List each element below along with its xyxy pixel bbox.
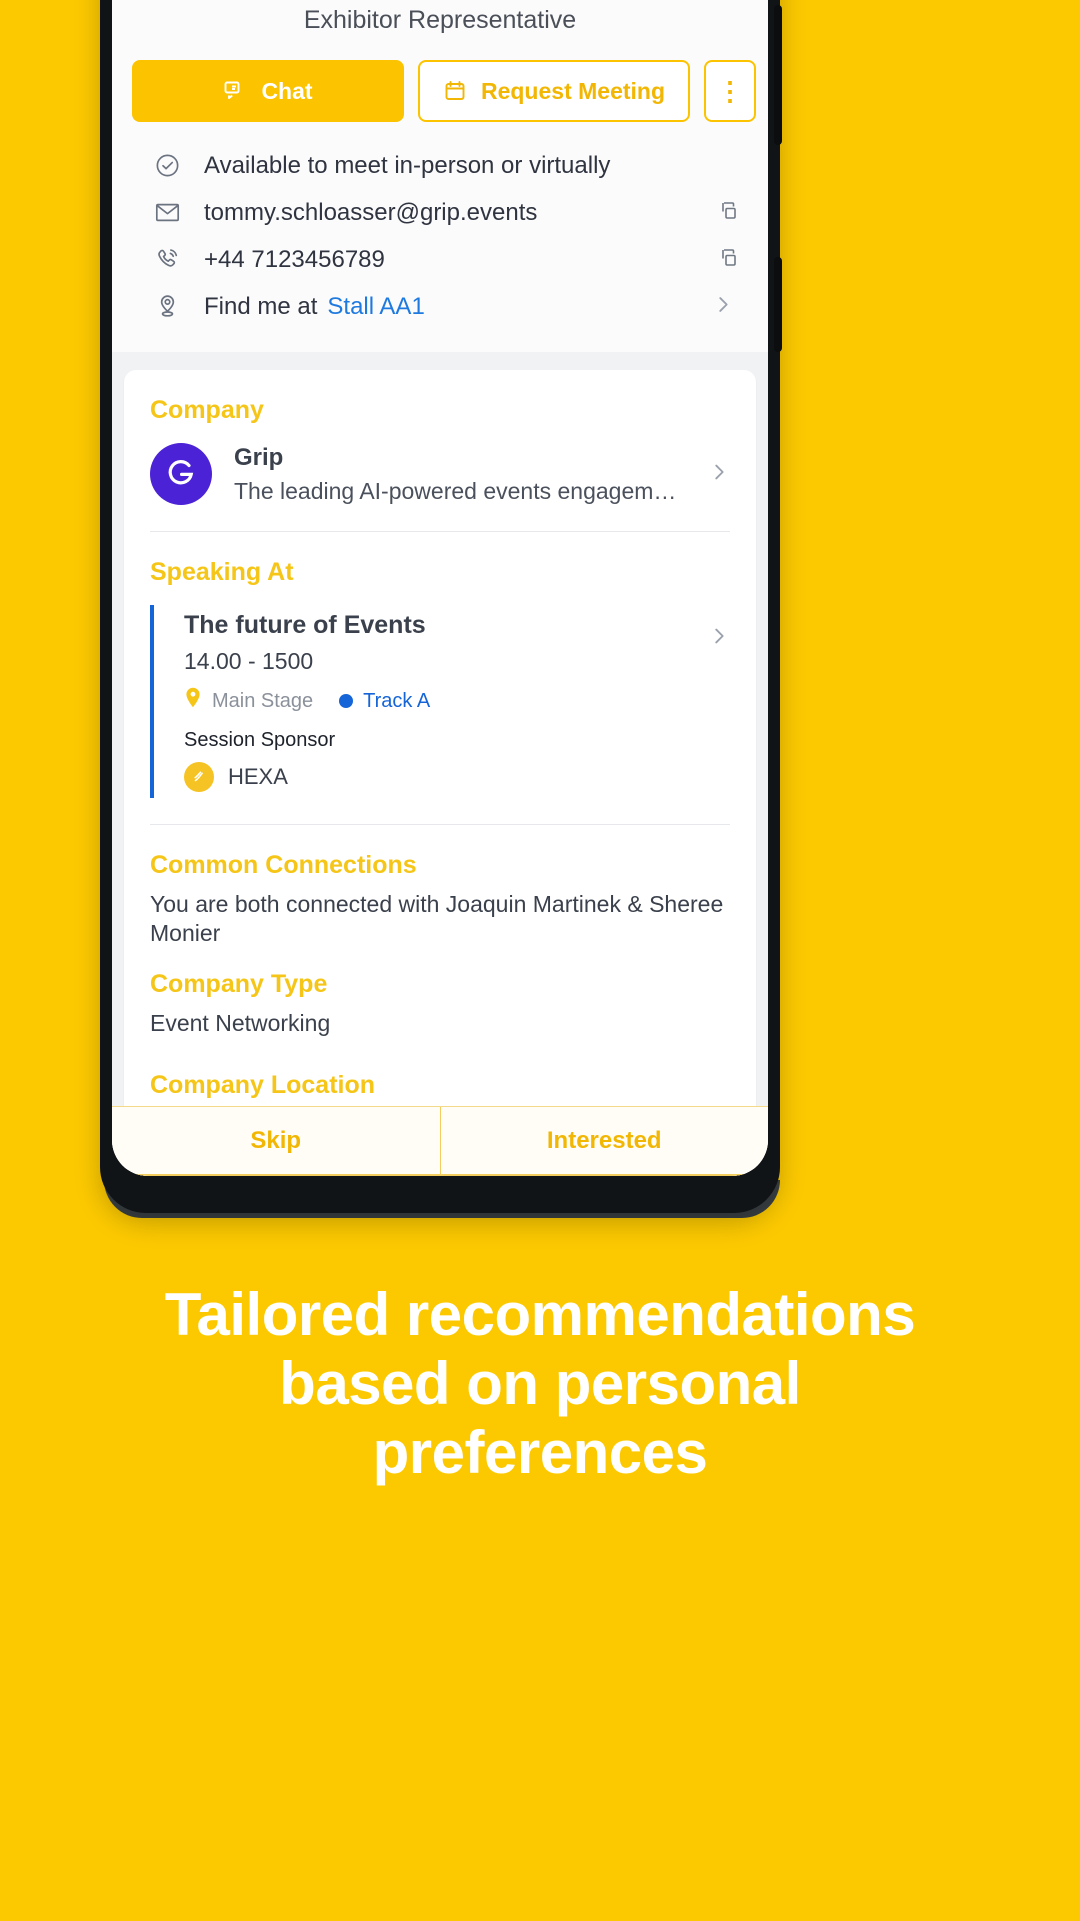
divider-company <box>150 531 730 532</box>
company-location-title: Company Location <box>150 1071 376 1100</box>
phone-text: +44 7123456789 <box>204 245 385 273</box>
common-connections-title: Common Connections <box>150 851 417 879</box>
calendar-icon <box>443 79 467 103</box>
stall-row[interactable]: Find me at Stall AA1 <box>142 283 748 330</box>
common-connections-value: You are both connected with Joaquin Mart… <box>150 891 724 946</box>
interested-button[interactable]: Interested <box>439 1107 769 1174</box>
session-time: 14.00 - 1500 <box>184 648 314 674</box>
session-track-tag: Track A <box>339 690 430 713</box>
session-sponsor-name: HEXA <box>228 764 288 789</box>
skip-button[interactable]: Skip <box>112 1107 440 1174</box>
divider-session <box>150 824 730 825</box>
session-stage-label: Main Stage <box>212 689 314 712</box>
chat-button-label: Chat <box>261 77 313 104</box>
company-type-title: Company Type <box>150 969 328 998</box>
chevron-right-icon-session[interactable] <box>708 625 730 652</box>
chevron-right-icon-company[interactable] <box>708 461 730 488</box>
promo-caption: Tailored recommendations based on person… <box>0 1280 1080 1487</box>
company-row[interactable]: Grip The leading AI-powered events engag… <box>150 443 730 527</box>
contact-details-list: Available to meet in-person or virtually… <box>112 122 768 330</box>
profile-detail-card: Company Grip The leading AI-powered even… <box>124 370 756 1176</box>
promo-caption-line-3: preferences <box>372 1419 708 1486</box>
common-connections-field: Common Connections You are both connecte… <box>150 851 730 948</box>
copy-icon-phone[interactable] <box>716 245 740 274</box>
profile-action-row: Chat Request Meeting ⋮ <box>112 35 768 122</box>
speaking-at-section-title: Speaking At <box>150 558 294 586</box>
stall-link[interactable]: Stall AA1 <box>327 293 424 321</box>
more-options-button[interactable]: ⋮ <box>704 60 756 122</box>
session-stage-tag: Main Stage <box>184 687 313 715</box>
session-tag-row: Main Stage Track A <box>184 687 730 715</box>
request-meeting-button[interactable]: Request Meeting <box>418 60 690 122</box>
bottom-action-bar: Skip Interested <box>112 1106 768 1176</box>
email-row[interactable]: tommy.schloasser@grip.events <box>142 189 748 236</box>
chevron-right-icon-stall[interactable] <box>712 293 734 320</box>
session-sponsor-row: HEXA <box>184 762 730 792</box>
company-meta: Grip The leading AI-powered events engag… <box>234 444 686 505</box>
grip-logo-icon <box>150 443 212 505</box>
phone-screen: Featured Exhibitor Representative Chat <box>112 0 768 1176</box>
envelope-icon <box>144 199 190 226</box>
profile-role: Exhibitor Representative <box>303 6 577 34</box>
app-screen: Featured Exhibitor Representative Chat <box>112 0 768 1176</box>
email-text: tommy.schloasser@grip.events <box>204 198 538 226</box>
phone-row[interactable]: +44 7123456789 <box>142 236 748 283</box>
promo-caption-line-2: based on personal <box>279 1350 801 1417</box>
location-pin-icon-stage <box>184 687 202 715</box>
session-track-label: Track A <box>363 689 431 712</box>
copy-icon-email[interactable] <box>716 198 740 227</box>
phone-icon <box>144 246 190 273</box>
more-vertical-icon: ⋮ <box>717 75 743 106</box>
check-circle-icon <box>144 152 190 179</box>
availability-text: Available to meet in-person or virtually <box>204 151 611 179</box>
device-volume-button[interactable] <box>774 5 782 145</box>
company-name: Grip <box>234 443 284 471</box>
promo-caption-line-1: Tailored recommendations <box>164 1281 916 1348</box>
dot-icon <box>339 694 354 708</box>
chat-button[interactable]: Chat <box>132 60 404 122</box>
session-sponsor-label: Session Sponsor <box>184 729 336 751</box>
chat-bubble-icon <box>223 79 247 103</box>
session-card[interactable]: The future of Events 14.00 - 1500 Main S… <box>150 605 730 798</box>
company-section-title: Company <box>150 396 264 424</box>
session-title: The future of Events <box>184 611 426 639</box>
stall-prefix-text: Find me at <box>204 292 318 320</box>
profile-header-card: Featured Exhibitor Representative Chat <box>112 0 768 352</box>
company-type-value: Event Networking <box>150 1009 331 1036</box>
device-power-button[interactable] <box>774 257 782 352</box>
request-meeting-label: Request Meeting <box>480 77 666 104</box>
location-pin-icon <box>144 293 190 320</box>
company-description: The leading AI-powered events engagement… <box>234 477 686 504</box>
hexa-logo-icon <box>184 762 214 792</box>
company-type-field: Company Type Event Networking <box>150 970 730 1038</box>
availability-row: Available to meet in-person or virtually <box>142 142 748 189</box>
